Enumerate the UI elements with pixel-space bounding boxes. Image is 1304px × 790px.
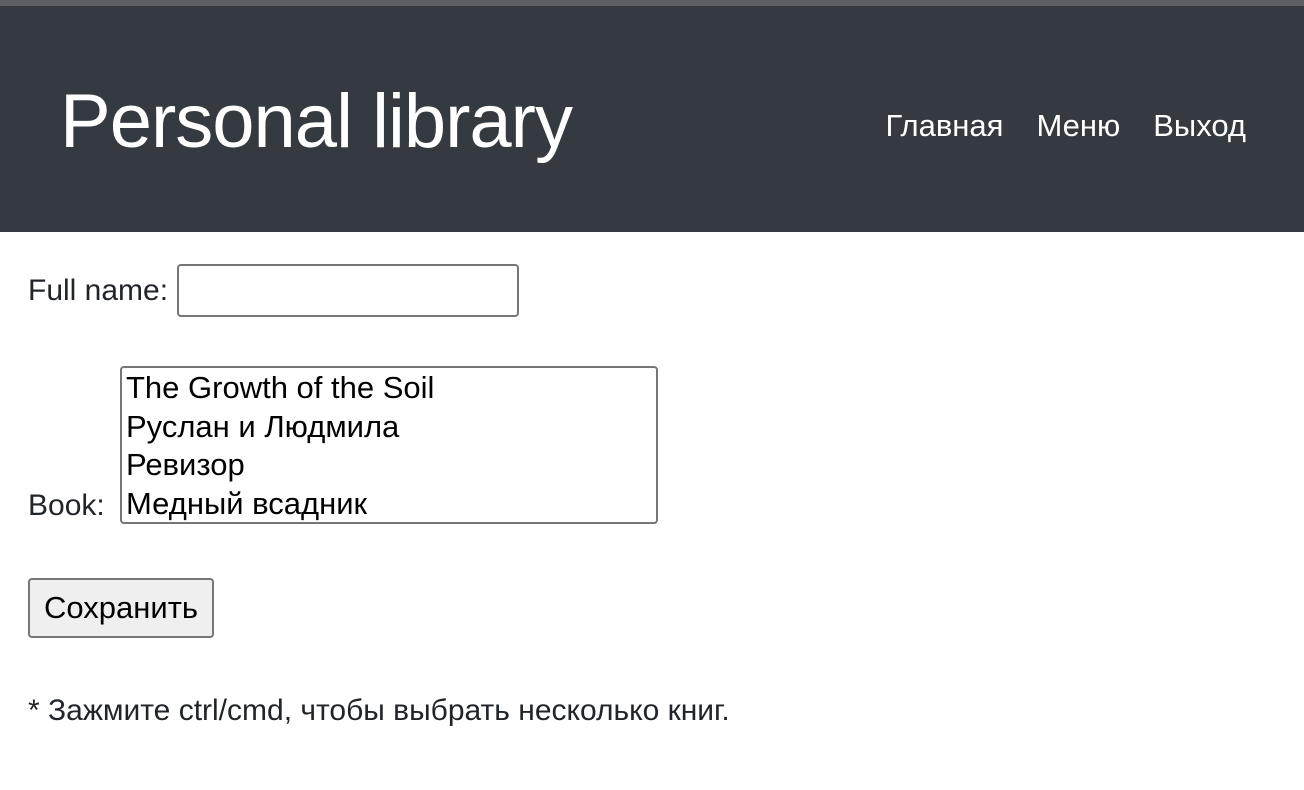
full-name-row: Full name: [28, 264, 520, 317]
book-option[interactable]: Ревизор [122, 446, 656, 485]
nav-link-home[interactable]: Главная [885, 106, 1003, 146]
multiselect-hint: * Зажмите ctrl/cmd, чтобы выбрать нескол… [28, 694, 730, 727]
save-button[interactable]: Сохранить [28, 578, 215, 638]
site-header: Personal library Главная Меню Выход [0, 6, 1304, 232]
brand-title[interactable]: Personal library [60, 78, 573, 166]
main-content: Full name: Book: The Growth of the Soil … [0, 232, 1304, 790]
book-option[interactable]: Руслан и Людмила [122, 408, 656, 447]
book-label: Book: [28, 489, 105, 522]
book-option[interactable]: The Growth of the Soil [122, 369, 656, 408]
nav-link-logout[interactable]: Выход [1153, 106, 1246, 146]
full-name-input[interactable] [177, 264, 520, 317]
main-nav: Главная Меню Выход [885, 106, 1246, 146]
nav-link-menu[interactable]: Меню [1036, 106, 1120, 146]
full-name-label: Full name: [28, 273, 169, 307]
book-multiselect[interactable]: The Growth of the Soil Руслан и Людмила … [120, 366, 658, 524]
book-option[interactable]: Медный всадник [122, 485, 656, 523]
